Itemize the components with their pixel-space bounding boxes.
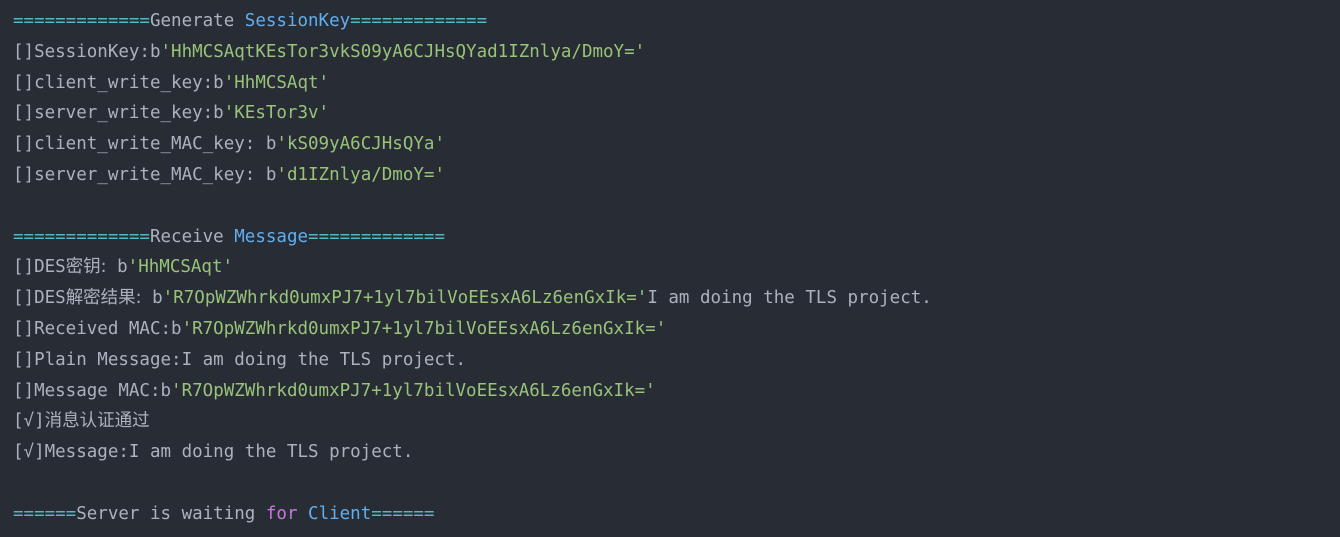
console-text-segment: 消息认证通过 bbox=[44, 411, 150, 432]
console-line: []DES密钥: b'HhMCSAqt' bbox=[13, 252, 1340, 283]
console-text-segment: []server_write_key:b bbox=[13, 103, 224, 124]
console-text-segment: 解密结果: bbox=[65, 288, 142, 309]
console-text-segment: SessionKey bbox=[244, 11, 351, 31]
console-text-segment: ============= bbox=[13, 11, 150, 31]
console-text-segment: b bbox=[106, 257, 128, 278]
console-text-segment: []client_write_key:b bbox=[13, 72, 224, 93]
console-text-segment: 'HhMCSAqt' bbox=[127, 257, 234, 278]
console-text-segment: []server_write_MAC_key: b bbox=[13, 164, 277, 185]
console-line: =============Generate SessionKey========… bbox=[13, 6, 1340, 37]
console-text-segment bbox=[297, 504, 308, 524]
console-line: []Message MAC:b'R7OpWZWhrkd0umxPJ7+1yl7b… bbox=[13, 376, 1340, 407]
console-text-segment: 'KEsTor3v' bbox=[223, 103, 330, 124]
console-line: []Plain Message:I am doing the TLS proje… bbox=[13, 345, 1340, 376]
console-text-segment: 'R7OpWZWhrkd0umxPJ7+1yl7bilVoEEsxA6Lz6en… bbox=[181, 318, 667, 339]
console-text-segment: []DES bbox=[13, 288, 66, 309]
terminal-output: =============Generate SessionKey========… bbox=[0, 0, 1340, 537]
console-text-segment: [√]Message:I am doing the TLS project. bbox=[13, 442, 414, 463]
console-text-segment: Server is waiting bbox=[76, 503, 266, 524]
console-text-segment: [√] bbox=[13, 411, 45, 432]
console-text-segment: ============= bbox=[308, 226, 445, 247]
console-text-segment: 'HhMCSAqt' bbox=[223, 72, 330, 93]
console-line: []client_write_key:b'HhMCSAqt' bbox=[13, 68, 1340, 99]
console-text-segment: 'HhMCSAqtKEsTor3vkS09yA6CJHsQYad1IZnlya/… bbox=[160, 41, 646, 62]
console-text-segment: []client_write_MAC_key: b bbox=[13, 134, 277, 155]
console-text-segment: 密钥: bbox=[65, 257, 107, 278]
console-line: []Received MAC:b'R7OpWZWhrkd0umxPJ7+1yl7… bbox=[13, 314, 1340, 345]
console-line: [√]消息认证通过 bbox=[13, 406, 1340, 437]
console-line: []SessionKey:b'HhMCSAqtKEsTor3vkS09yA6CJ… bbox=[13, 37, 1340, 68]
console-text-segment: I am doing the TLS project. bbox=[647, 288, 932, 309]
console-line: []client_write_MAC_key: b'kS09yA6CJHsQYa… bbox=[13, 129, 1340, 160]
console-text-segment: 'R7OpWZWhrkd0umxPJ7+1yl7bilVoEEsxA6Lz6en… bbox=[171, 380, 656, 401]
console-line: ======Server is waiting for Client====== bbox=[13, 499, 1340, 530]
console-text-segment: []Received MAC:b bbox=[13, 318, 182, 339]
console-text-segment: Generate bbox=[149, 11, 245, 31]
console-text-segment: []SessionKey:b bbox=[13, 41, 161, 62]
console-text-segment: ====== bbox=[13, 503, 77, 524]
console-text-segment: []DES bbox=[13, 257, 66, 278]
console-line: []server_write_key:b'KEsTor3v' bbox=[13, 98, 1340, 129]
console-line: []DES解密结果: b'R7OpWZWhrkd0umxPJ7+1yl7bilV… bbox=[13, 283, 1340, 314]
console-text-segment: ====== bbox=[371, 503, 435, 524]
console-text-segment: Receive bbox=[149, 226, 235, 247]
console-text-segment: []Message MAC:b bbox=[13, 380, 172, 401]
console-text-segment: b bbox=[141, 288, 163, 309]
console-text-segment: ============= bbox=[350, 11, 488, 31]
console-line: []server_write_MAC_key: b'd1IZnlya/DmoY=… bbox=[13, 160, 1340, 191]
console-text-segment: []Plain Message:I am doing the TLS proje… bbox=[13, 349, 467, 370]
console-text-segment: for bbox=[265, 503, 298, 524]
console-text-segment: 'R7OpWZWhrkd0umxPJ7+1yl7bilVoEEsxA6Lz6en… bbox=[162, 288, 648, 309]
console-text-segment: ============= bbox=[13, 226, 150, 247]
console-text-segment: 'kS09yA6CJHsQYa' bbox=[276, 134, 445, 155]
console-text-segment: 'd1IZnlya/DmoY=' bbox=[276, 164, 445, 185]
console-text-segment: Client bbox=[308, 503, 372, 524]
console-text-segment: Message bbox=[234, 226, 309, 247]
console-line: [√]Message:I am doing the TLS project. bbox=[13, 437, 1340, 468]
console-line: =============Receive Message============… bbox=[13, 222, 1340, 253]
